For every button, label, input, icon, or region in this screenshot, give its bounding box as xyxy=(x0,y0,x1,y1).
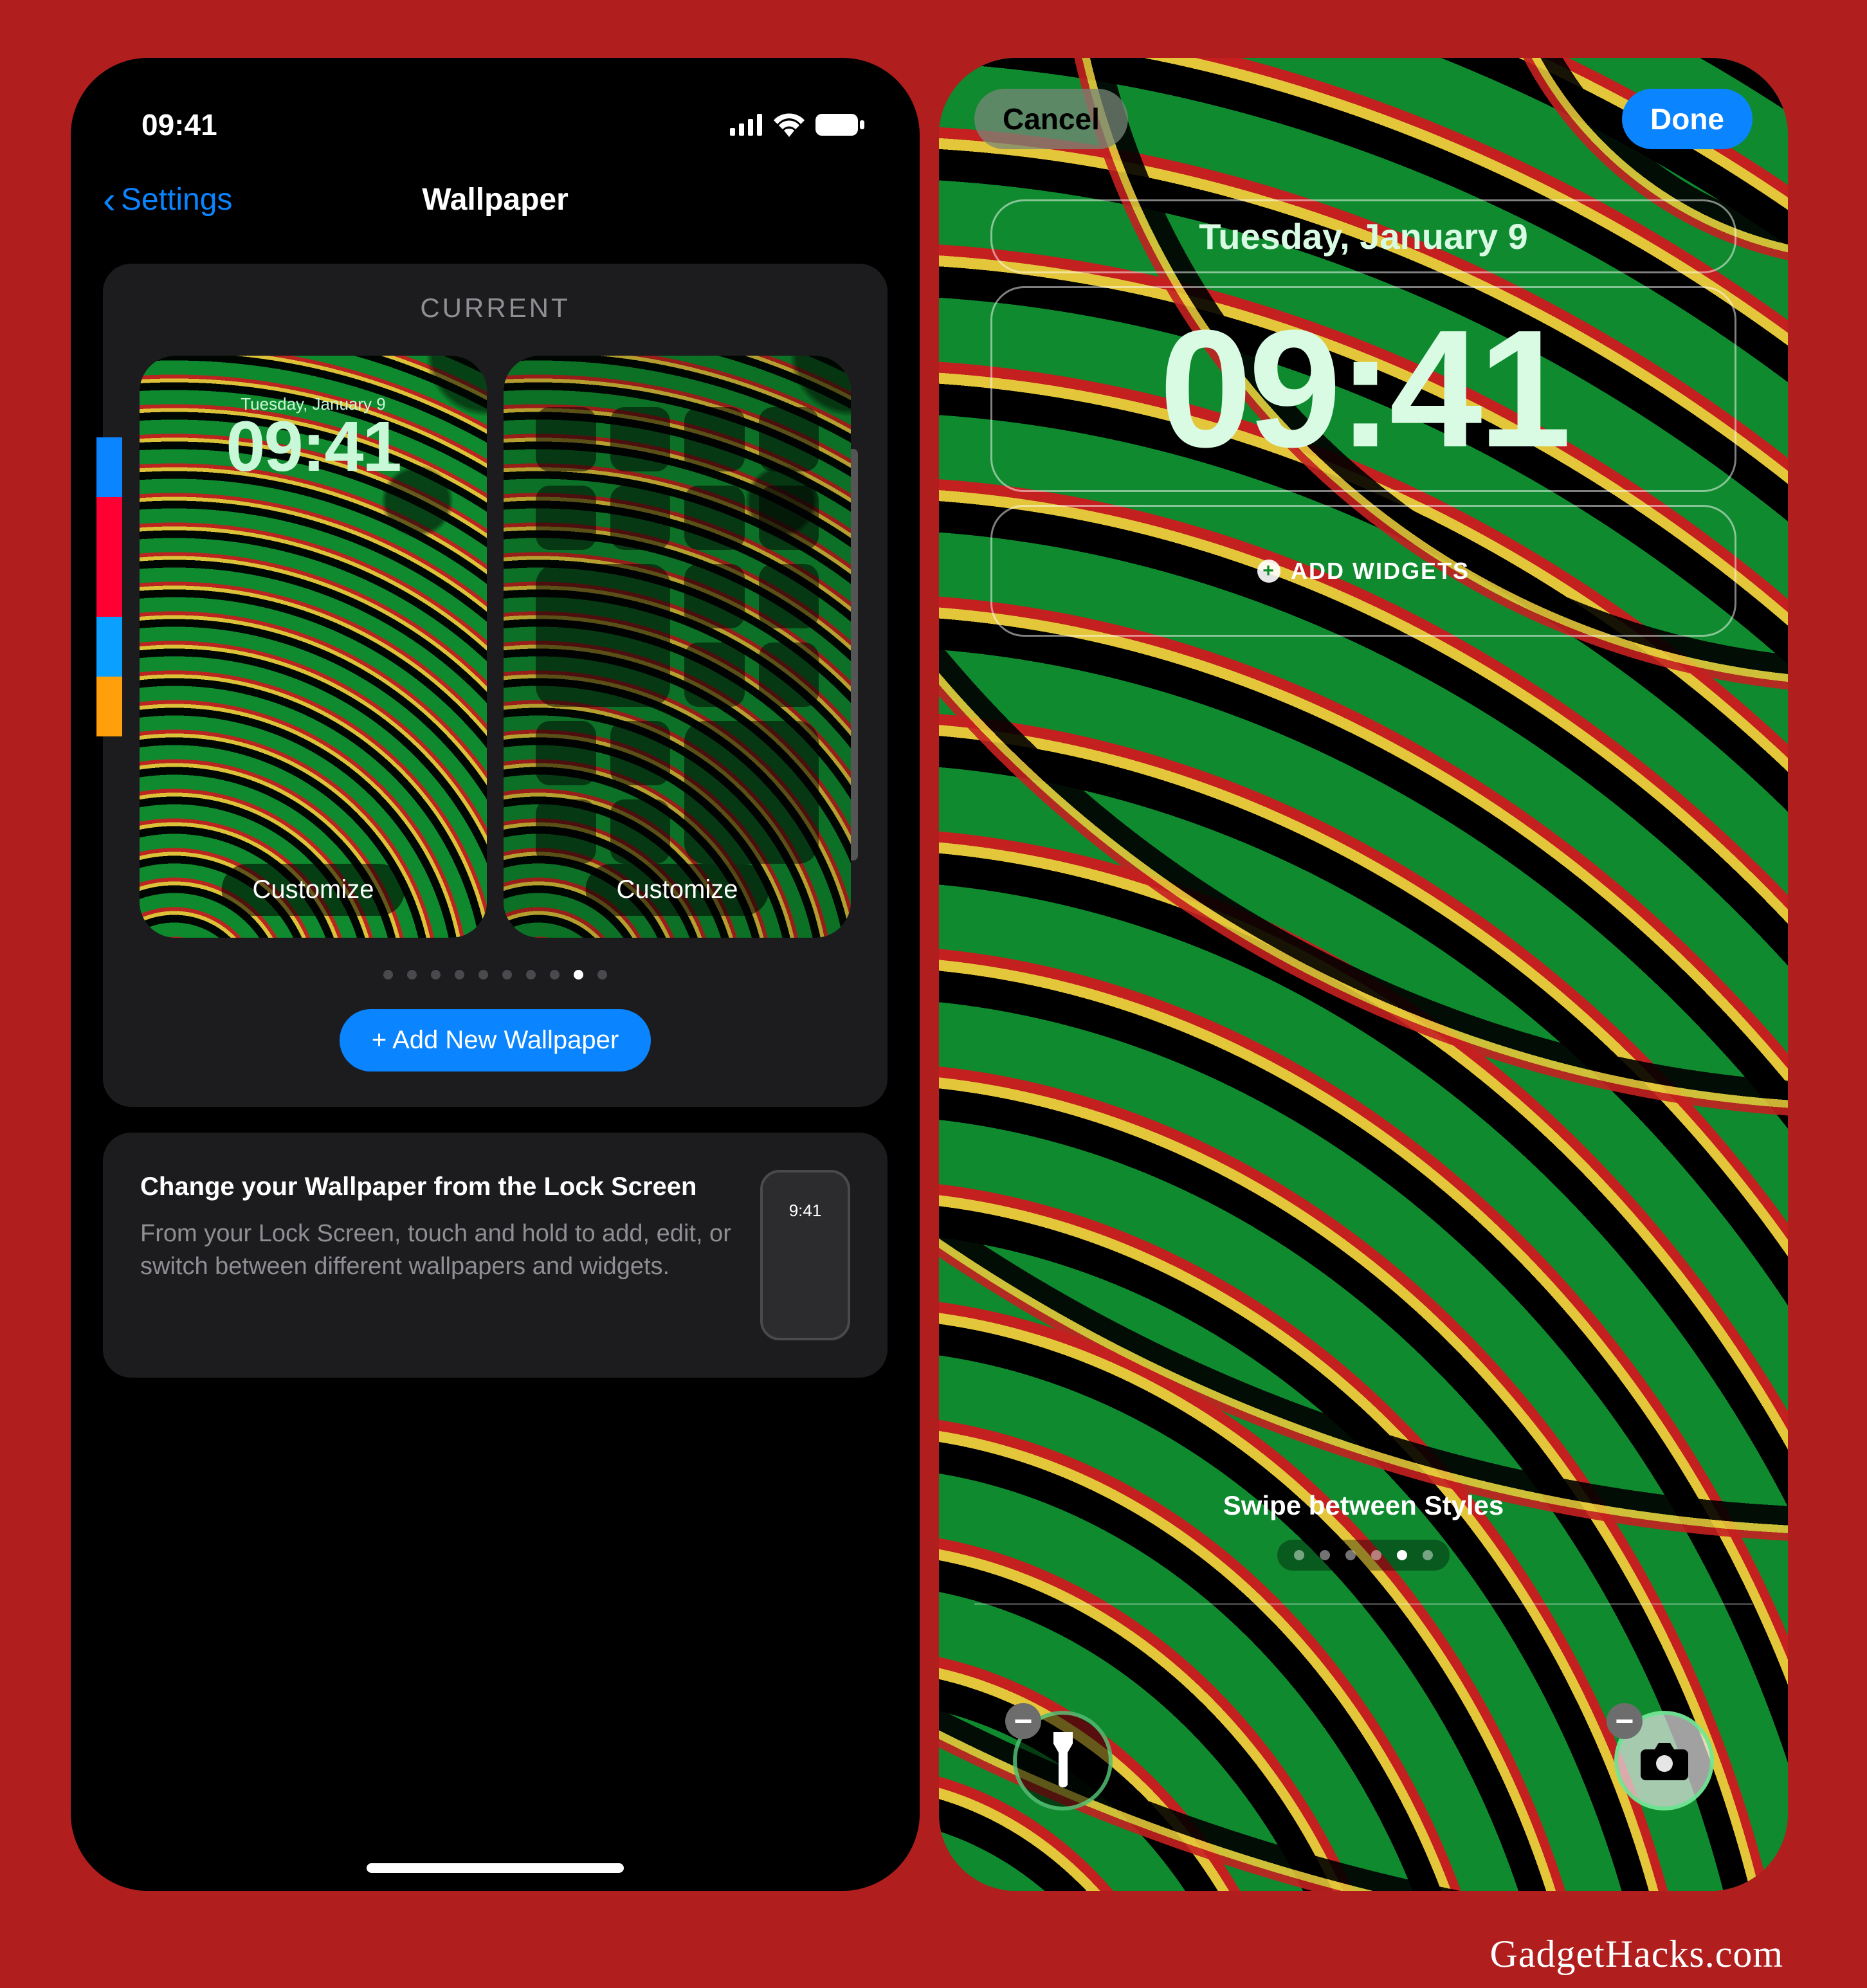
home-screen-preview[interactable]: Customize xyxy=(504,356,851,938)
tip-mini-time: 9:41 xyxy=(763,1201,848,1221)
style-dots[interactable] xyxy=(1277,1540,1450,1571)
remove-badge-icon[interactable]: − xyxy=(1005,1703,1041,1739)
swipe-styles-label: Swipe between Styles xyxy=(939,1490,1788,1521)
tip-card: Change your Wallpaper from the Lock Scre… xyxy=(103,1133,888,1378)
clock-widget-slot[interactable]: 09:41 xyxy=(990,286,1736,492)
customize-home-button[interactable]: Customize xyxy=(586,864,769,916)
status-bar: 09:41 xyxy=(71,58,920,161)
current-wallpaper-card: CURRENT Tuesday, January 9 09:41 Customi… xyxy=(103,264,888,1107)
date-widget-slot[interactable]: Tuesday, January 9 xyxy=(990,199,1736,273)
flashlight-icon xyxy=(1044,1732,1082,1790)
remove-badge-icon[interactable]: − xyxy=(1607,1703,1643,1739)
done-button[interactable]: Done xyxy=(1622,89,1753,149)
lock-screen-editor: Cancel Done Tuesday, January 9 09:41 + A… xyxy=(939,58,1788,1891)
tip-title: Change your Wallpaper from the Lock Scre… xyxy=(140,1170,734,1203)
settings-phone: 09:41 ‹ Settings Wallpaper CURRENT xyxy=(71,58,920,1891)
current-label: CURRENT xyxy=(103,293,888,324)
carousel-dots[interactable] xyxy=(103,970,888,980)
home-icon-grid xyxy=(536,407,819,835)
home-indicator[interactable] xyxy=(367,1863,624,1873)
preview-time: 09:41 xyxy=(140,406,487,488)
status-time: 09:41 xyxy=(141,107,217,142)
lock-date: Tuesday, January 9 xyxy=(1199,215,1528,257)
camera-button[interactable]: − xyxy=(1614,1711,1714,1810)
tip-body: From your Lock Screen, touch and hold to… xyxy=(140,1217,734,1284)
cancel-button[interactable]: Cancel xyxy=(974,89,1128,149)
watermark: GadgetHacks.com xyxy=(1489,1932,1783,1976)
lock-time: 09:41 xyxy=(1160,305,1568,473)
lock-screen-preview[interactable]: Tuesday, January 9 09:41 Customize xyxy=(140,356,487,938)
cellular-icon xyxy=(730,114,763,136)
add-widgets-slot[interactable]: + ADD WIDGETS xyxy=(990,505,1736,637)
camera-icon xyxy=(1639,1742,1689,1780)
wifi-icon xyxy=(772,113,806,137)
page-title: Wallpaper xyxy=(71,182,920,217)
add-new-wallpaper-button[interactable]: + Add New Wallpaper xyxy=(340,1009,651,1072)
add-widgets-label: ADD WIDGETS xyxy=(1291,558,1470,585)
status-icons xyxy=(730,113,865,137)
flashlight-button[interactable]: − xyxy=(1013,1711,1113,1810)
plus-icon: + xyxy=(1257,560,1280,583)
customize-lock-button[interactable]: Customize xyxy=(222,864,405,916)
nav-bar: ‹ Settings Wallpaper xyxy=(71,161,920,238)
divider xyxy=(974,1603,1753,1605)
tip-illustration: 9:41 xyxy=(760,1170,850,1340)
battery-icon xyxy=(815,113,865,136)
